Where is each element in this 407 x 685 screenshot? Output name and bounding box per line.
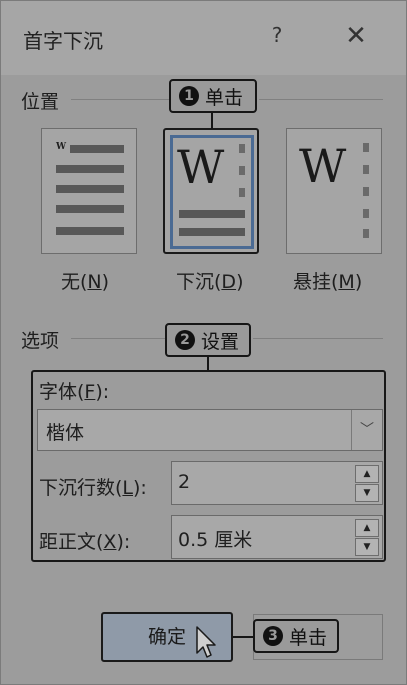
text-line-icon xyxy=(56,227,124,235)
callout-step-3: 3 单击 xyxy=(253,619,339,653)
mouse-pointer-icon xyxy=(196,626,216,658)
position-separator-right xyxy=(259,99,383,100)
option-dropped-label: 下沉(D) xyxy=(176,271,244,293)
callout-step-1: 1 单击 xyxy=(169,79,257,113)
lines-value[interactable]: 2 xyxy=(178,471,190,493)
option-hanging-label: 悬挂(M) xyxy=(293,271,363,293)
text-line-icon xyxy=(179,210,245,218)
callout-text: 单击 xyxy=(289,626,328,649)
callout-connector xyxy=(233,636,253,638)
dash-icon xyxy=(239,166,245,175)
lines-to-drop-stepper[interactable]: 2 ▲ ▼ xyxy=(171,461,383,505)
option-none-label: 无(N) xyxy=(61,271,110,293)
help-button[interactable]: ? xyxy=(265,23,289,51)
position-separator xyxy=(71,99,171,100)
position-option-none[interactable]: W xyxy=(41,128,137,254)
dialog-title: 首字下沉 xyxy=(23,29,103,53)
options-section-label: 选项 xyxy=(21,330,60,352)
step-number-badge: 2 xyxy=(175,330,195,350)
distance-label: 距正文(X): xyxy=(39,531,131,553)
text-line-icon xyxy=(56,205,124,213)
callout-connector xyxy=(207,357,209,371)
decrement-arrow-icon[interactable]: ▼ xyxy=(355,484,379,502)
chevron-down-icon[interactable]: ﹀ xyxy=(351,410,382,450)
options-separator-right xyxy=(253,338,383,339)
options-separator xyxy=(71,338,165,339)
dash-icon xyxy=(363,187,369,196)
dash-icon xyxy=(239,144,245,153)
distance-from-text-stepper[interactable]: 0.5 厘米 ▲ ▼ xyxy=(171,515,383,559)
dash-icon xyxy=(239,188,245,197)
step-number-badge: 1 xyxy=(179,86,199,106)
increment-arrow-icon[interactable]: ▲ xyxy=(355,465,379,483)
hanging-w-glyph: W xyxy=(299,139,347,193)
position-option-dropped[interactable]: W xyxy=(163,128,259,254)
dialog-titlebar: 首字下沉 ? ✕ xyxy=(1,1,406,75)
small-w-glyph: W xyxy=(56,142,67,152)
font-label: 字体(F): xyxy=(39,381,110,403)
text-line-icon xyxy=(70,145,124,153)
close-button[interactable]: ✕ xyxy=(341,21,371,51)
dash-icon xyxy=(363,229,369,238)
font-value: 楷体 xyxy=(46,422,85,444)
font-dropdown[interactable]: 楷体 ﹀ xyxy=(37,409,383,451)
position-option-hanging[interactable]: W xyxy=(286,128,382,254)
callout-connector xyxy=(211,113,213,129)
dropcap-w-glyph: W xyxy=(177,140,225,194)
increment-arrow-icon[interactable]: ▲ xyxy=(355,519,379,537)
text-line-icon xyxy=(56,165,124,173)
callout-text: 单击 xyxy=(205,86,244,109)
distance-value[interactable]: 0.5 厘米 xyxy=(178,525,252,552)
text-line-icon xyxy=(179,228,245,236)
drop-cap-dialog: 首字下沉 ? ✕ 位置 W W W 无(N) 下沉(D) 悬挂(M) 1 单击 … xyxy=(0,0,407,685)
decrement-arrow-icon[interactable]: ▼ xyxy=(355,538,379,556)
text-line-icon xyxy=(56,185,124,193)
dash-icon xyxy=(363,143,369,152)
step-number-badge: 3 xyxy=(263,626,283,646)
callout-step-2: 2 设置 xyxy=(165,323,251,357)
dash-icon xyxy=(363,165,369,174)
callout-text: 设置 xyxy=(201,330,240,353)
lines-label: 下沉行数(L): xyxy=(39,477,147,499)
dash-icon xyxy=(363,209,369,218)
position-section-label: 位置 xyxy=(21,91,60,113)
